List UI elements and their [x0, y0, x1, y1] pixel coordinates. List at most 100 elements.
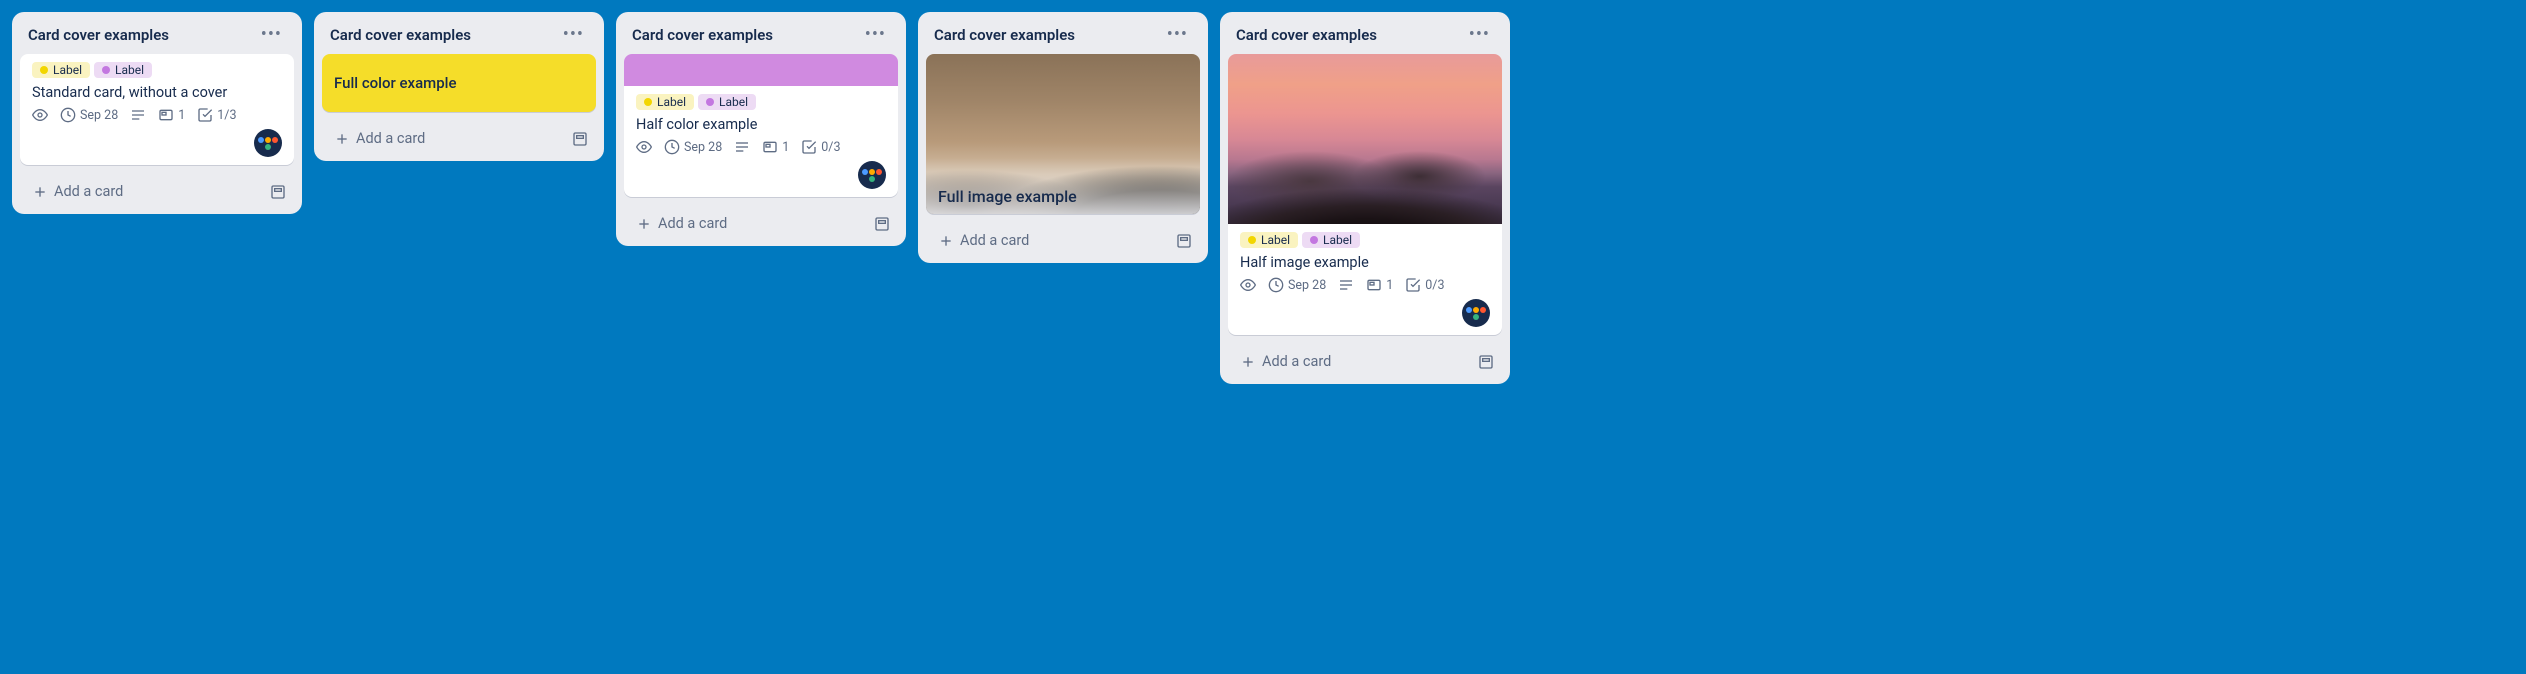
label-dot-icon [40, 66, 48, 74]
attachment-badge: 1 [762, 139, 789, 155]
list-title[interactable]: Card cover examples [28, 26, 169, 44]
add-card-button[interactable]: Add a card [1236, 349, 1335, 374]
plus-icon [32, 184, 48, 200]
add-card-button[interactable]: Add a card [632, 211, 731, 236]
label-text: Label [1261, 233, 1290, 247]
clock-icon [1268, 277, 1284, 293]
description-badge [1338, 277, 1354, 293]
attachment-icon [762, 139, 778, 155]
label-dot-icon [644, 98, 652, 106]
template-icon [572, 131, 588, 147]
card-title: Half image example [1240, 254, 1490, 271]
checklist-badge: 1/3 [197, 107, 236, 123]
template-button[interactable] [270, 184, 286, 200]
label-purple[interactable]: Label [698, 94, 756, 110]
checklist-count: 1/3 [217, 108, 236, 123]
list-title[interactable]: Card cover examples [632, 26, 773, 44]
checklist-icon [197, 107, 213, 123]
card-cover [624, 54, 898, 86]
template-icon [1176, 233, 1192, 249]
label-purple[interactable]: Label [94, 62, 152, 78]
due-badge: Sep 28 [60, 107, 118, 123]
avatar[interactable] [858, 161, 886, 189]
description-icon [130, 107, 146, 123]
card-body: Label Label Half image example Sep 28 1 … [1228, 224, 1502, 335]
label-yellow[interactable]: Label [1240, 232, 1298, 248]
plus-icon [636, 216, 652, 232]
add-card-row: Add a card [20, 173, 294, 206]
template-icon [270, 184, 286, 200]
avatar-dot-icon [869, 169, 875, 175]
card-title: Full color example [334, 74, 584, 92]
badges: Sep 28 1 1/3 [32, 107, 282, 123]
list-menu-button[interactable]: ••• [257, 24, 286, 46]
label-purple[interactable]: Label [1302, 232, 1360, 248]
watch-badge [1240, 277, 1256, 293]
card[interactable]: Label Label Half image example Sep 28 1 … [1228, 54, 1502, 335]
add-card-button[interactable]: Add a card [934, 228, 1033, 253]
add-card-row: Add a card [624, 205, 898, 238]
eye-icon [1240, 277, 1256, 293]
add-card-label: Add a card [356, 130, 425, 147]
avatar-dot-icon [862, 169, 868, 175]
description-badge [130, 107, 146, 123]
card-full-color[interactable]: Full color example [322, 54, 596, 112]
template-button[interactable] [572, 131, 588, 147]
description-icon [1338, 277, 1354, 293]
labels: Label Label [636, 94, 886, 110]
list-title[interactable]: Card cover examples [330, 26, 471, 44]
label-dot-icon [1310, 236, 1318, 244]
list-title[interactable]: Card cover examples [1236, 26, 1377, 44]
label-yellow[interactable]: Label [32, 62, 90, 78]
avatar-dot-icon [1473, 314, 1479, 320]
list-title[interactable]: Card cover examples [934, 26, 1075, 44]
avatar-dot-icon [265, 144, 271, 150]
list-menu-button[interactable]: ••• [861, 24, 890, 46]
label-text: Label [115, 63, 144, 77]
avatar[interactable] [1462, 299, 1490, 327]
members [636, 161, 886, 189]
clock-icon [664, 139, 680, 155]
list-menu-button[interactable]: ••• [1465, 24, 1494, 46]
template-button[interactable] [874, 216, 890, 232]
add-card-row: Add a card [1228, 343, 1502, 376]
members [1240, 299, 1490, 327]
label-dot-icon [706, 98, 714, 106]
card[interactable]: Label Label Standard card, without a cov… [20, 54, 294, 165]
badges: Sep 28 1 0/3 [1240, 277, 1490, 293]
checklist-count: 0/3 [821, 140, 840, 155]
add-card-label: Add a card [658, 215, 727, 232]
attachment-count: 1 [782, 140, 789, 155]
list-header: Card cover examples ••• [20, 20, 294, 54]
list: Card cover examples ••• Label Label Half… [1220, 12, 1510, 384]
template-button[interactable] [1478, 354, 1494, 370]
label-text: Label [657, 95, 686, 109]
template-icon [1478, 354, 1494, 370]
list: Card cover examples ••• Full color examp… [314, 12, 604, 161]
add-card-button[interactable]: Add a card [28, 179, 127, 204]
card[interactable]: Label Label Half color example Sep 28 1 … [624, 54, 898, 197]
avatar-dot-icon [1466, 307, 1472, 313]
avatar[interactable] [254, 129, 282, 157]
list-menu-button[interactable]: ••• [1163, 24, 1192, 46]
plus-icon [938, 233, 954, 249]
card-full-image[interactable]: Full image example [926, 54, 1200, 214]
card-cover-image: Full image example [926, 54, 1200, 214]
plus-icon [1240, 354, 1256, 370]
list-header: Card cover examples ••• [926, 20, 1200, 54]
avatar-dot-icon [1473, 307, 1479, 313]
list-menu-button[interactable]: ••• [559, 24, 588, 46]
add-card-label: Add a card [54, 183, 123, 200]
avatar-dot-icon [876, 169, 882, 175]
template-button[interactable] [1176, 233, 1192, 249]
avatar-dot-icon [869, 176, 875, 182]
add-card-button[interactable]: Add a card [330, 126, 429, 151]
eye-icon [32, 107, 48, 123]
watch-badge [32, 107, 48, 123]
label-dot-icon [1248, 236, 1256, 244]
checklist-icon [1405, 277, 1421, 293]
due-badge: Sep 28 [1268, 277, 1326, 293]
add-card-row: Add a card [322, 120, 596, 153]
label-yellow[interactable]: Label [636, 94, 694, 110]
description-badge [734, 139, 750, 155]
